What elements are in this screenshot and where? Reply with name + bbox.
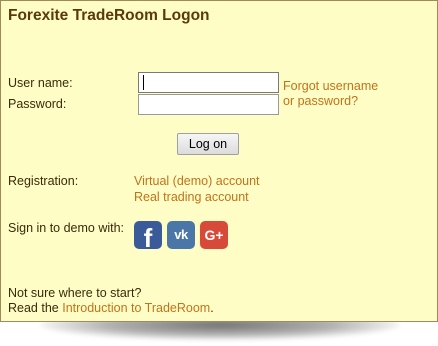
username-input[interactable] [138,72,279,93]
help-suffix: . [210,301,214,315]
help-prefix: Read the [8,301,63,315]
registration-label: Registration: [8,174,79,188]
help-text-line1: Not sure where to start? [8,286,142,300]
real-account-link[interactable]: Real trading account [134,190,249,204]
log-on-button[interactable]: Log on [177,133,239,155]
demo-account-link[interactable]: Virtual (demo) account [134,174,260,188]
logon-panel: Forexite TradeRoom Logon User name: Pass… [0,0,438,322]
forgot-link-line2[interactable]: or password? [283,94,378,109]
dialog-title: Forexite TradeRoom Logon [8,7,210,24]
forgot-credentials-link[interactable]: Forgot username or password? [283,79,378,109]
introduction-link[interactable]: Introduction to TradeRoom [62,301,210,315]
forgot-link-line1[interactable]: Forgot username [283,79,378,94]
password-label: Password: [8,97,67,111]
google-plus-icon[interactable]: G+ [200,221,228,249]
username-label: User name: [8,76,73,90]
password-input[interactable] [138,94,279,115]
text-caret [143,75,144,90]
social-signin-label: Sign in to demo with: [8,221,125,235]
help-text-line2: Read the Introduction to TradeRoom. [8,301,214,315]
facebook-icon[interactable]: f [134,221,162,249]
vk-icon[interactable]: vk [167,221,195,249]
